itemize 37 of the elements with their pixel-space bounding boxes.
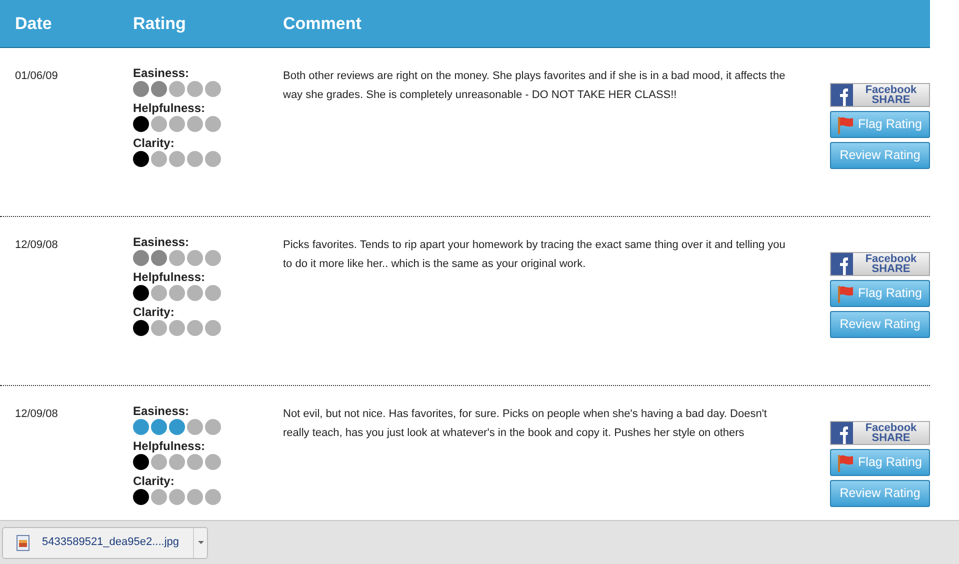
review-rating-button[interactable]: Review Rating bbox=[830, 142, 930, 169]
rating-label: Clarity: bbox=[133, 305, 176, 320]
review-date: 01/06/09 bbox=[15, 70, 58, 82]
rating-label: Easiness: bbox=[133, 66, 190, 81]
f-logo-icon bbox=[831, 253, 853, 275]
flag-rating-button[interactable]: Flag Rating bbox=[830, 111, 930, 138]
f-logo-icon bbox=[831, 422, 853, 444]
comment-text: Both other reviews are right on the money. She plays favorites and if she is in a bad mood, it affects the way she grades. She is completely unreasonable - DO NOT TAKE HER CLASS!! bbox=[283, 69, 786, 103]
review-date: 12/09/08 bbox=[15, 408, 58, 420]
image-file-icon bbox=[16, 534, 30, 550]
rating-label: Helpfulness: bbox=[133, 270, 206, 285]
review-rating-button[interactable]: Review Rating bbox=[830, 311, 930, 338]
flag-rating-button[interactable]: Flag Rating bbox=[830, 449, 930, 476]
rating-label: Clarity: bbox=[133, 474, 176, 489]
facebook-share-button[interactable]: Facebook SHARE bbox=[830, 252, 930, 276]
download-item[interactable]: 5433589521_dea95e2....jpg bbox=[2, 526, 208, 558]
comment-text: Picks favorites. Tends to rip apart your homework by tracing the exact same thing over it and telling you to do it more like her.. which is the same as your original work. bbox=[283, 238, 786, 272]
column-header: Date bbox=[14, 12, 53, 35]
file-name: 5433589521_dea95e2....jpg bbox=[42, 535, 180, 550]
review-date: 12/09/08 bbox=[15, 239, 58, 251]
comment-text: Not evil, but not nice. Has favorites, for sure. Picks on people when she's having a bad day. Doesn't really teach, has you just look at whatever's in the book and copy it. Pushes her style on others bbox=[283, 407, 768, 441]
column-header: Comment bbox=[283, 12, 362, 35]
f-logo-icon bbox=[831, 84, 853, 106]
flag-icon bbox=[838, 454, 854, 472]
rating-label: Easiness: bbox=[133, 404, 190, 419]
rating-label: Helpfulness: bbox=[133, 101, 206, 116]
flag-icon bbox=[838, 284, 854, 302]
rating-label: Helpfulness: bbox=[133, 439, 206, 454]
flag-icon bbox=[838, 116, 854, 134]
facebook-share-button[interactable]: Facebook SHARE bbox=[830, 83, 930, 107]
review-rating-button[interactable]: Review Rating bbox=[830, 480, 930, 507]
column-header: Rating bbox=[133, 12, 187, 35]
rating-label: Clarity: bbox=[133, 136, 176, 151]
facebook-share-button[interactable]: Facebook SHARE bbox=[830, 421, 930, 445]
caret-icon[interactable] bbox=[198, 540, 204, 544]
flag-rating-button[interactable]: Flag Rating bbox=[830, 280, 930, 307]
rating-label: Easiness: bbox=[133, 235, 190, 250]
